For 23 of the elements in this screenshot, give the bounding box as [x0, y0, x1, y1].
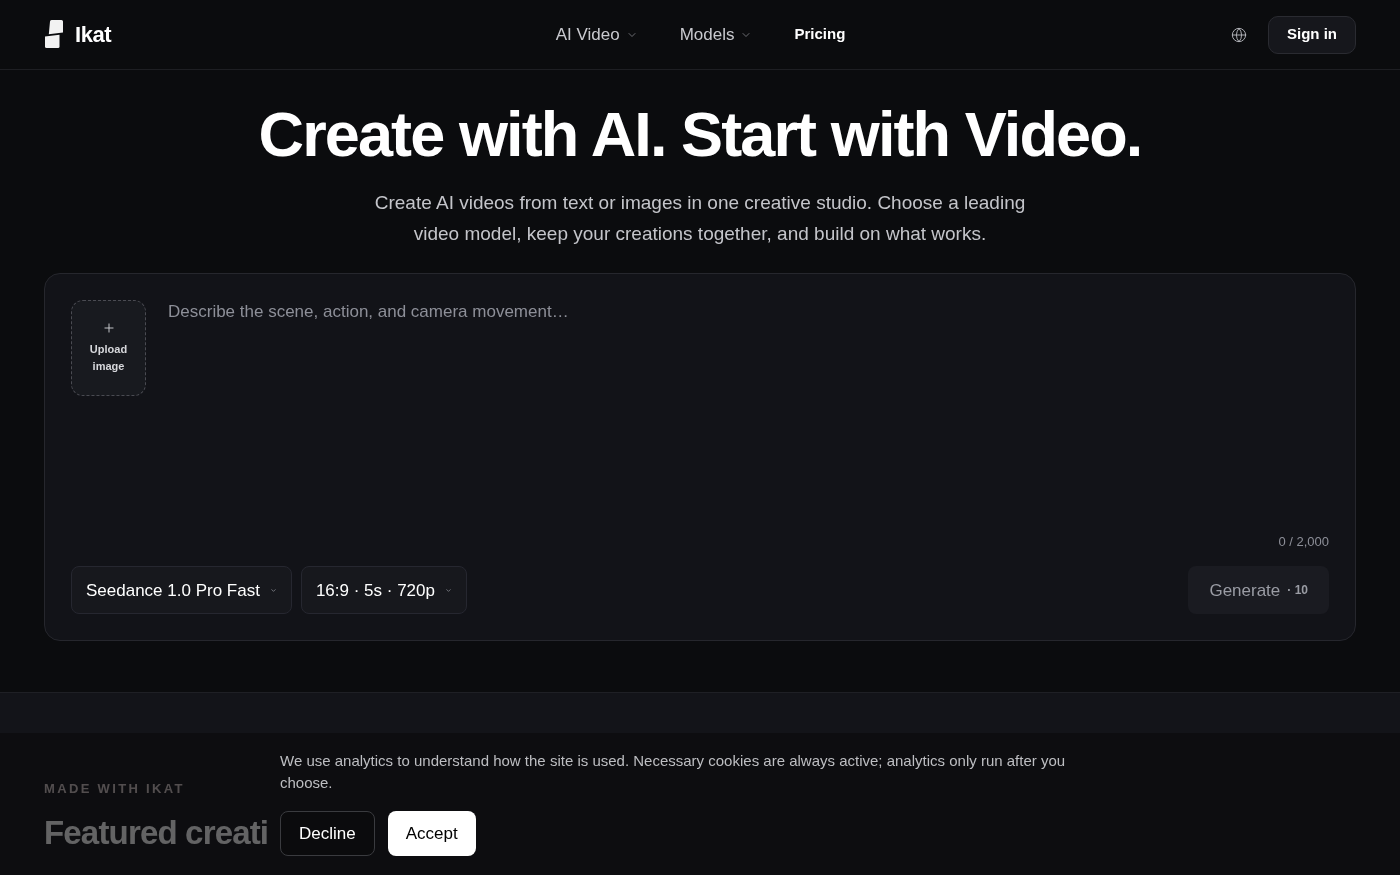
decline-button[interactable]: Decline [280, 811, 375, 856]
section-heading: Featured creati [44, 812, 269, 853]
hero-title: Create with AI. Start with Video. [258, 100, 1142, 170]
option-dropdown[interactable]: 16:9 · 5s · 720p [300, 566, 467, 615]
nav-dropdown[interactable]: AI Video [555, 21, 638, 48]
logo[interactable]: Ikat [45, 18, 112, 51]
cookie-message: We use analytics to understand how the site is used. Necessary cookies are always active; analytics only run after you choose. [280, 751, 1067, 793]
upload-image-button[interactable]: Upload image [71, 300, 146, 397]
logo-icon [45, 20, 63, 49]
logo-text: Ikat [75, 21, 112, 49]
globe-icon[interactable] [1231, 26, 1247, 43]
nav-dropdown[interactable]: Models [679, 21, 753, 48]
character-counter: 0 / 2,000 [1278, 534, 1329, 551]
hero-subtitle: Create AI videos from text or images in one creative studio. Choose a leading video model, keep your creations together, and build on what works. [373, 191, 1027, 247]
chevron-down-icon [444, 586, 452, 594]
nav-link[interactable]: Pricing [794, 23, 846, 46]
plus-icon [101, 321, 116, 336]
section-eyebrow: MADE WITH IKAT [44, 780, 185, 799]
sign-in-button[interactable]: Sign in [1268, 15, 1356, 54]
chevron-down-icon [269, 586, 277, 594]
accept-button[interactable]: Accept [387, 811, 476, 856]
option-dropdown[interactable]: Seedance 1.0 Pro Fast [71, 566, 292, 615]
generate-button: Generate · 10 [1188, 566, 1329, 615]
